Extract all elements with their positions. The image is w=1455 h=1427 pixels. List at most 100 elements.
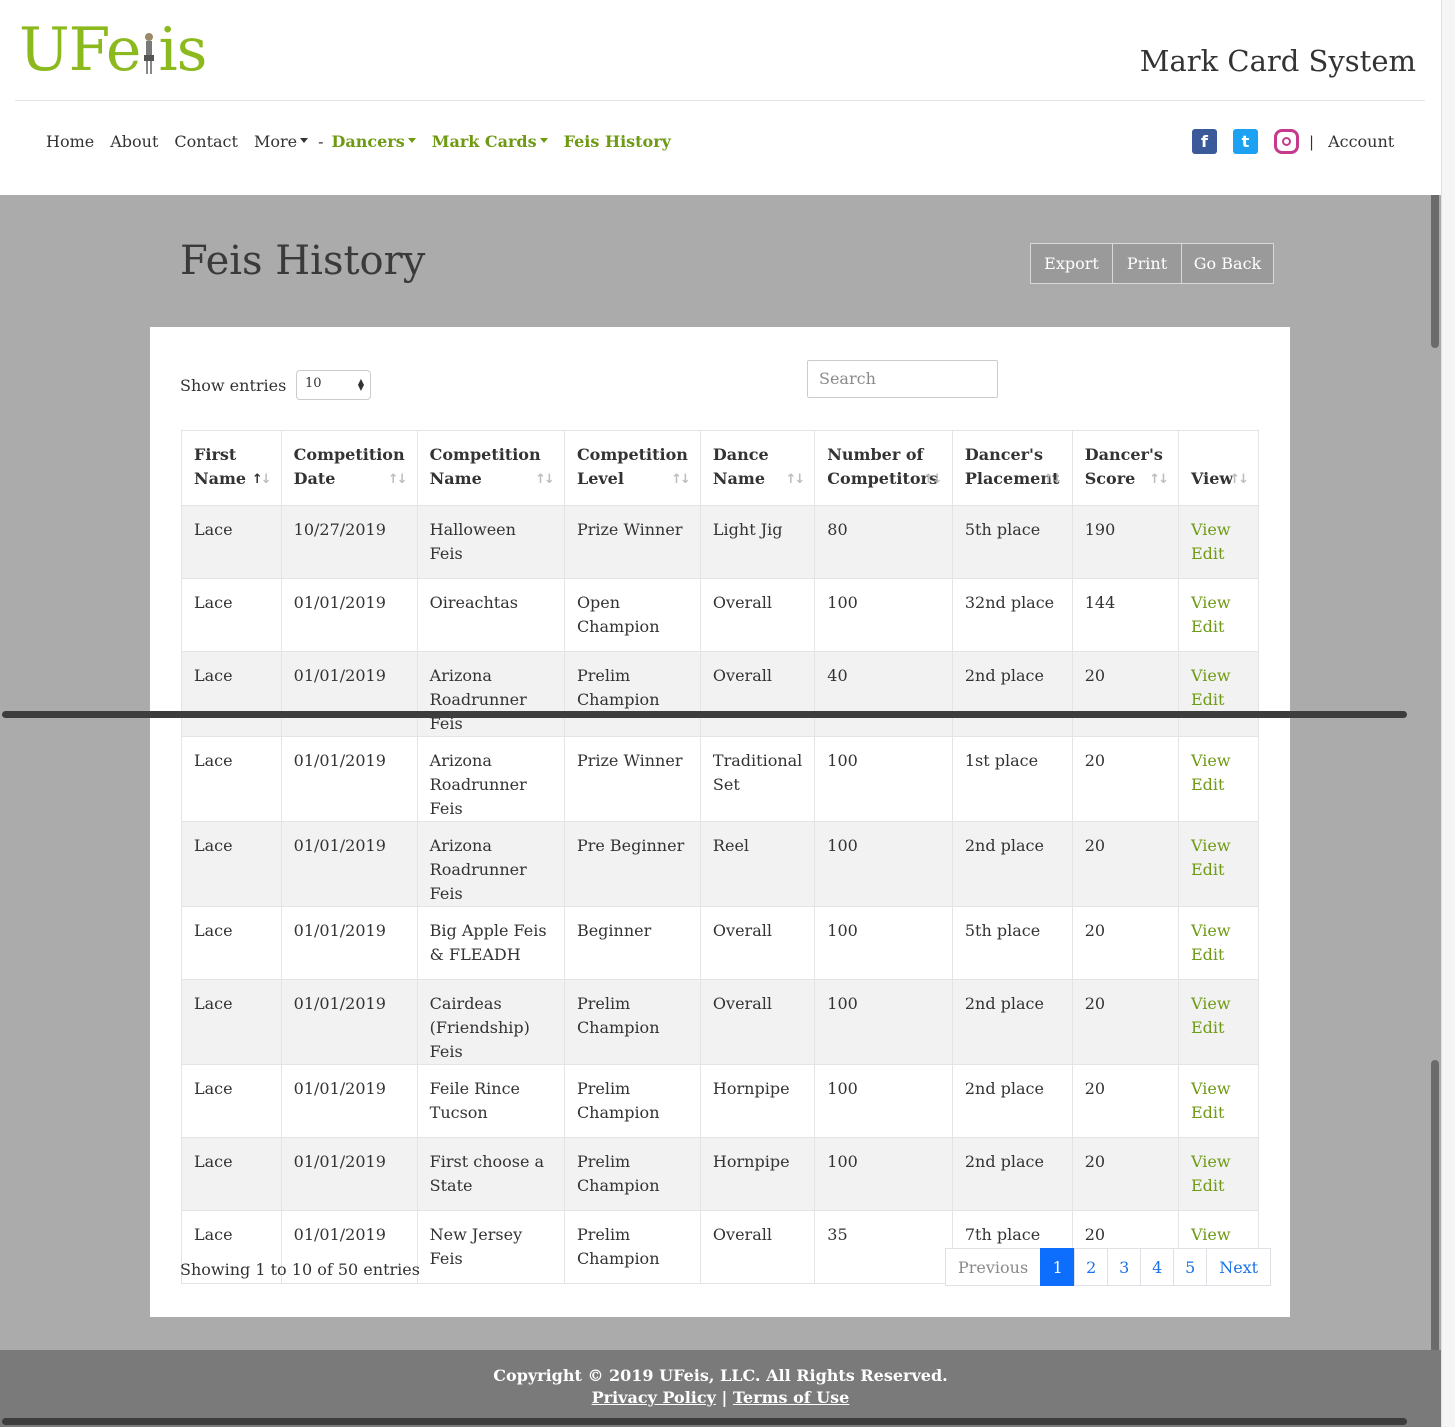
page-actions: Export Print Go Back [1030, 243, 1274, 284]
go-back-button[interactable]: Go Back [1181, 243, 1274, 284]
competition-name-cell: First choose a State [416, 1137, 565, 1211]
nav-dancers-dropdown[interactable]: Dancers [332, 132, 416, 151]
nav-more-dropdown[interactable]: More [254, 132, 309, 151]
table-row: Lace 01/01/2019 Cairdeas (Friendship) Feis… [181, 979, 1260, 1065]
pagination-next[interactable]: Next [1206, 1248, 1272, 1286]
nav-mark-cards-dropdown[interactable]: Mark Cards [432, 132, 548, 151]
dance-name-cell: Reel [699, 821, 816, 907]
dance-name-cell: Overall [699, 651, 816, 737]
nav-contact[interactable]: Contact [174, 132, 238, 151]
edit-link[interactable]: Edit [1191, 615, 1246, 639]
actions-cell: ViewEdit [1177, 1137, 1260, 1211]
first-name-cell: Lace [181, 505, 282, 579]
chevron-down-icon [300, 138, 309, 143]
col-header-view[interactable]: View ↑↓ [1177, 430, 1260, 506]
competition-date-cell: 01/01/2019 [280, 1064, 418, 1138]
horizontal-scrollbar-thumb[interactable] [2, 711, 1407, 718]
pagination-page-2[interactable]: 2 [1074, 1248, 1109, 1286]
history-card: Show entries 10 ▲ ▼ Search First Name ↑↓ Co… [150, 327, 1290, 1317]
col-header-first-name[interactable]: First Name ↑↓ [181, 430, 282, 506]
edit-link[interactable]: Edit [1191, 542, 1246, 566]
competition-date-cell: 10/27/2019 [280, 505, 418, 579]
sort-icon: ↑↓ [1229, 472, 1249, 487]
pagination-previous[interactable]: Previous [945, 1248, 1042, 1286]
view-link[interactable]: View [1191, 1150, 1246, 1174]
system-title: Mark Card System [1139, 44, 1416, 78]
score-cell: 144 [1071, 578, 1179, 652]
header-line: Name [712, 469, 766, 488]
view-link[interactable]: View [1191, 919, 1246, 943]
ufeis-logo[interactable]: UFe is [19, 14, 207, 86]
score-cell: 20 [1071, 1064, 1179, 1138]
actions-cell: ViewEdit [1177, 1064, 1260, 1138]
competition-date-cell: 01/01/2019 [280, 906, 418, 980]
first-name-cell: Lace [181, 821, 282, 907]
view-link[interactable]: View [1191, 992, 1246, 1016]
facebook-glyph: f [1201, 132, 1208, 151]
competition-level-cell: Prize Winner [563, 505, 701, 579]
view-link[interactable]: View [1191, 518, 1246, 542]
score-cell: 20 [1071, 1137, 1179, 1211]
competition-level-cell: Prize Winner [563, 736, 701, 822]
pagination-page-3[interactable]: 3 [1107, 1248, 1142, 1286]
dance-name-cell: Overall [699, 979, 816, 1065]
col-header-dance-name[interactable]: Dance Name ↑↓ [699, 430, 816, 506]
competition-name-cell: Big Apple Feis & FLEADH [416, 906, 565, 980]
nav-home[interactable]: Home [46, 132, 94, 151]
view-link[interactable]: View [1191, 1223, 1246, 1247]
competitors-cell: 40 [814, 651, 953, 737]
first-name-cell: Lace [181, 736, 282, 822]
print-button[interactable]: Print [1112, 243, 1182, 284]
vertical-scrollbar-track[interactable] [1441, 0, 1455, 1427]
placement-cell: 5th place [951, 906, 1073, 980]
nav-feis-history[interactable]: Feis History [564, 132, 671, 151]
pagination-page-1[interactable]: 1 [1040, 1248, 1076, 1286]
horizontal-scrollbar-thumb-bottom[interactable] [2, 1418, 1407, 1425]
col-header-competition-date[interactable]: Competition Date ↑↓ [280, 430, 418, 506]
twitter-icon[interactable]: t [1233, 129, 1258, 154]
col-header-dancers-placement[interactable]: Dancer's Placement ↑↓ [951, 430, 1073, 506]
actions-cell: ViewEdit [1177, 578, 1260, 652]
dance-name-cell: Overall [699, 906, 816, 980]
entries-select[interactable]: 10 ▲ ▼ [296, 370, 371, 400]
competition-name-cell: New Jersey Feis [416, 1210, 565, 1284]
col-header-dancers-score[interactable]: Dancer's Score ↑↓ [1071, 430, 1179, 506]
view-link[interactable]: View [1191, 1077, 1246, 1101]
instagram-icon[interactable] [1274, 129, 1299, 154]
facebook-icon[interactable]: f [1192, 129, 1217, 154]
view-link[interactable]: View [1191, 664, 1246, 688]
pagination-page-4[interactable]: 4 [1140, 1248, 1175, 1286]
dance-name-cell: Traditional Set [699, 736, 816, 822]
placement-cell: 2nd place [951, 1137, 1073, 1211]
view-link[interactable]: View [1191, 591, 1246, 615]
table-row: Lace 01/01/2019 Feile Rince Tucson Prelim C… [181, 1064, 1260, 1138]
col-header-number-of-competitors[interactable]: Number of Competitors ↑↓ [814, 430, 953, 506]
nav-account[interactable]: Account [1328, 132, 1394, 151]
edit-link[interactable]: Edit [1191, 773, 1246, 797]
edit-link[interactable]: Edit [1191, 943, 1246, 967]
view-link[interactable]: View [1191, 749, 1246, 773]
view-link[interactable]: View [1191, 834, 1246, 858]
nav-about[interactable]: About [110, 132, 158, 151]
terms-of-use-link[interactable]: Terms of Use [733, 1388, 849, 1407]
col-header-competition-level[interactable]: Competition Level ↑↓ [563, 430, 701, 506]
competitors-cell: 100 [814, 1137, 953, 1211]
table-row: Lace 01/01/2019 Arizona Roadrunner Feis Pri… [181, 736, 1260, 822]
competitors-cell: 100 [814, 821, 953, 907]
edit-link[interactable]: Edit [1191, 688, 1246, 712]
dance-name-cell: Overall [699, 1210, 816, 1284]
edit-link[interactable]: Edit [1191, 858, 1246, 882]
edit-link[interactable]: Edit [1191, 1174, 1246, 1198]
competition-name-cell: Cairdeas (Friendship) Feis [416, 979, 565, 1065]
first-name-cell: Lace [181, 1064, 282, 1138]
table-row: Lace 01/01/2019 First choose a State Prelim… [181, 1137, 1260, 1211]
search-input[interactable]: Search [807, 360, 998, 398]
privacy-policy-link[interactable]: Privacy Policy [592, 1388, 716, 1407]
pagination-page-5[interactable]: 5 [1173, 1248, 1208, 1286]
edit-link[interactable]: Edit [1191, 1101, 1246, 1125]
edit-link[interactable]: Edit [1191, 1016, 1246, 1040]
col-header-competition-name[interactable]: Competition Name ↑↓ [416, 430, 565, 506]
export-button[interactable]: Export [1030, 243, 1113, 284]
score-cell: 20 [1071, 979, 1179, 1065]
header-line: Date [293, 469, 336, 488]
